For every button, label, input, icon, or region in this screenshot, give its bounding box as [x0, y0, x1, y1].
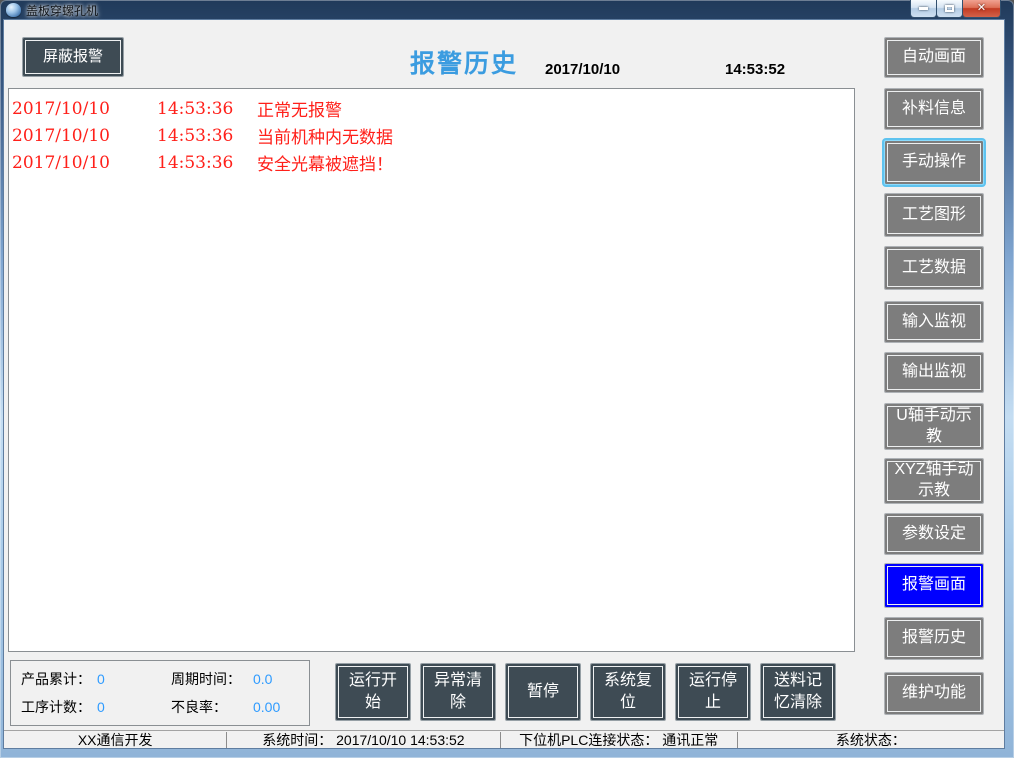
alarm-row: 2017/10/10 14:53:36 当前机种内无数据 [9, 122, 854, 149]
sidebar-item-alarm-screen[interactable]: 报警画面 [884, 563, 984, 608]
app-icon [6, 3, 21, 17]
run-start-button[interactable]: 运行开 始 [335, 663, 411, 721]
mask-alarm-button[interactable]: 屏蔽报警 [22, 37, 124, 77]
sidebar-item-alarm-history[interactable]: 报警历史 [884, 617, 984, 660]
status-developer: XX通信开发 [4, 731, 226, 748]
alarm-time: 14:53:36 [157, 153, 257, 173]
product-total-label: 产品累计： [21, 669, 97, 689]
alarm-message: 安全光幕被遮挡！ [257, 150, 854, 175]
alarm-row: 2017/10/10 14:53:36 正常无报警 [9, 95, 854, 122]
maximize-icon [945, 5, 954, 12]
alarm-date: 2017/10/10 [12, 126, 157, 146]
alarm-message: 当前机种内无数据 [257, 123, 854, 148]
sidebar-item-u-axis-teach[interactable]: U轴手动示 教 [884, 403, 984, 450]
production-stats-panel: 产品累计： 0 周期时间： 0.0 工序计数： 0 不良率： 0.00 [10, 660, 310, 726]
sidebar-item-auto-screen[interactable]: 自动画面 [884, 37, 984, 78]
cycle-time-label: 周期时间： [171, 669, 253, 689]
sidebar-item-xyz-axis-teach[interactable]: XYZ轴手动 示教 [884, 458, 984, 504]
defect-rate-value: 0.00 [253, 699, 309, 715]
window-frame: 盖板穿螺孔机 ✕ 屏蔽报警 报警历史 2017/10/10 14:53:52 2… [0, 0, 1014, 758]
process-count-label: 工序计数： [21, 697, 97, 717]
feed-memory-clear-button[interactable]: 送料记 忆清除 [760, 663, 836, 721]
status-bar: XX通信开发 系统时间： 2017/10/10 14:53:52 下位机PLC连… [4, 730, 1004, 748]
sidebar-item-parameter-setting[interactable]: 参数设定 [884, 513, 984, 555]
client-area: 屏蔽报警 报警历史 2017/10/10 14:53:52 2017/10/10… [4, 20, 1004, 748]
minimize-button[interactable] [910, 0, 937, 18]
alarm-row: 2017/10/10 14:53:36 安全光幕被遮挡！ [9, 149, 854, 176]
product-total-value: 0 [97, 671, 171, 687]
alarm-message: 正常无报警 [257, 96, 854, 121]
alarm-date: 2017/10/10 [12, 153, 157, 173]
application-window: 盖板穿螺孔机 ✕ 屏蔽报警 报警历史 2017/10/10 14:53:52 2… [0, 0, 1014, 758]
sidebar-item-process-data[interactable]: 工艺数据 [884, 246, 984, 290]
process-count-value: 0 [97, 699, 171, 715]
cycle-time-value: 0.0 [253, 671, 309, 687]
minimize-icon [919, 7, 928, 10]
alarm-time: 14:53:36 [157, 126, 257, 146]
sidebar-item-input-monitor[interactable]: 输入监视 [884, 301, 984, 343]
system-reset-button[interactable]: 系统复 位 [590, 663, 666, 721]
sidebar-item-refill-info[interactable]: 补料信息 [884, 88, 984, 130]
status-plc-connection: 下位机PLC连接状态： 通讯正常 [501, 731, 737, 748]
alarm-date: 2017/10/10 [12, 99, 157, 119]
defect-rate-label: 不良率： [171, 697, 253, 717]
status-system-state: 系统状态： [738, 731, 1004, 748]
sidebar-item-process-graphic[interactable]: 工艺图形 [884, 193, 984, 237]
header-time: 14:53:52 [725, 61, 785, 78]
status-system-time: 系统时间： 2017/10/10 14:53:52 [227, 731, 499, 748]
sidebar-item-output-monitor[interactable]: 输出监视 [884, 352, 984, 393]
error-clear-button[interactable]: 异常清 除 [420, 663, 496, 721]
run-stop-button[interactable]: 运行停 止 [675, 663, 751, 721]
alarm-history-list[interactable]: 2017/10/10 14:53:36 正常无报警 2017/10/10 14:… [8, 88, 855, 652]
maximize-button[interactable] [936, 0, 963, 18]
close-icon: ✕ [977, 3, 986, 14]
sidebar-item-manual-operation[interactable]: 手动操作 [884, 140, 984, 185]
title-bar[interactable]: 盖板穿螺孔机 [0, 0, 1014, 20]
window-title: 盖板穿螺孔机 [26, 2, 98, 19]
sidebar-item-maintenance[interactable]: 维护功能 [884, 672, 984, 715]
alarm-time: 14:53:36 [157, 99, 257, 119]
window-controls: ✕ [911, 0, 1001, 18]
header-date: 2017/10/10 [545, 61, 620, 78]
pause-button[interactable]: 暂停 [505, 663, 581, 721]
close-button[interactable]: ✕ [962, 0, 1001, 18]
